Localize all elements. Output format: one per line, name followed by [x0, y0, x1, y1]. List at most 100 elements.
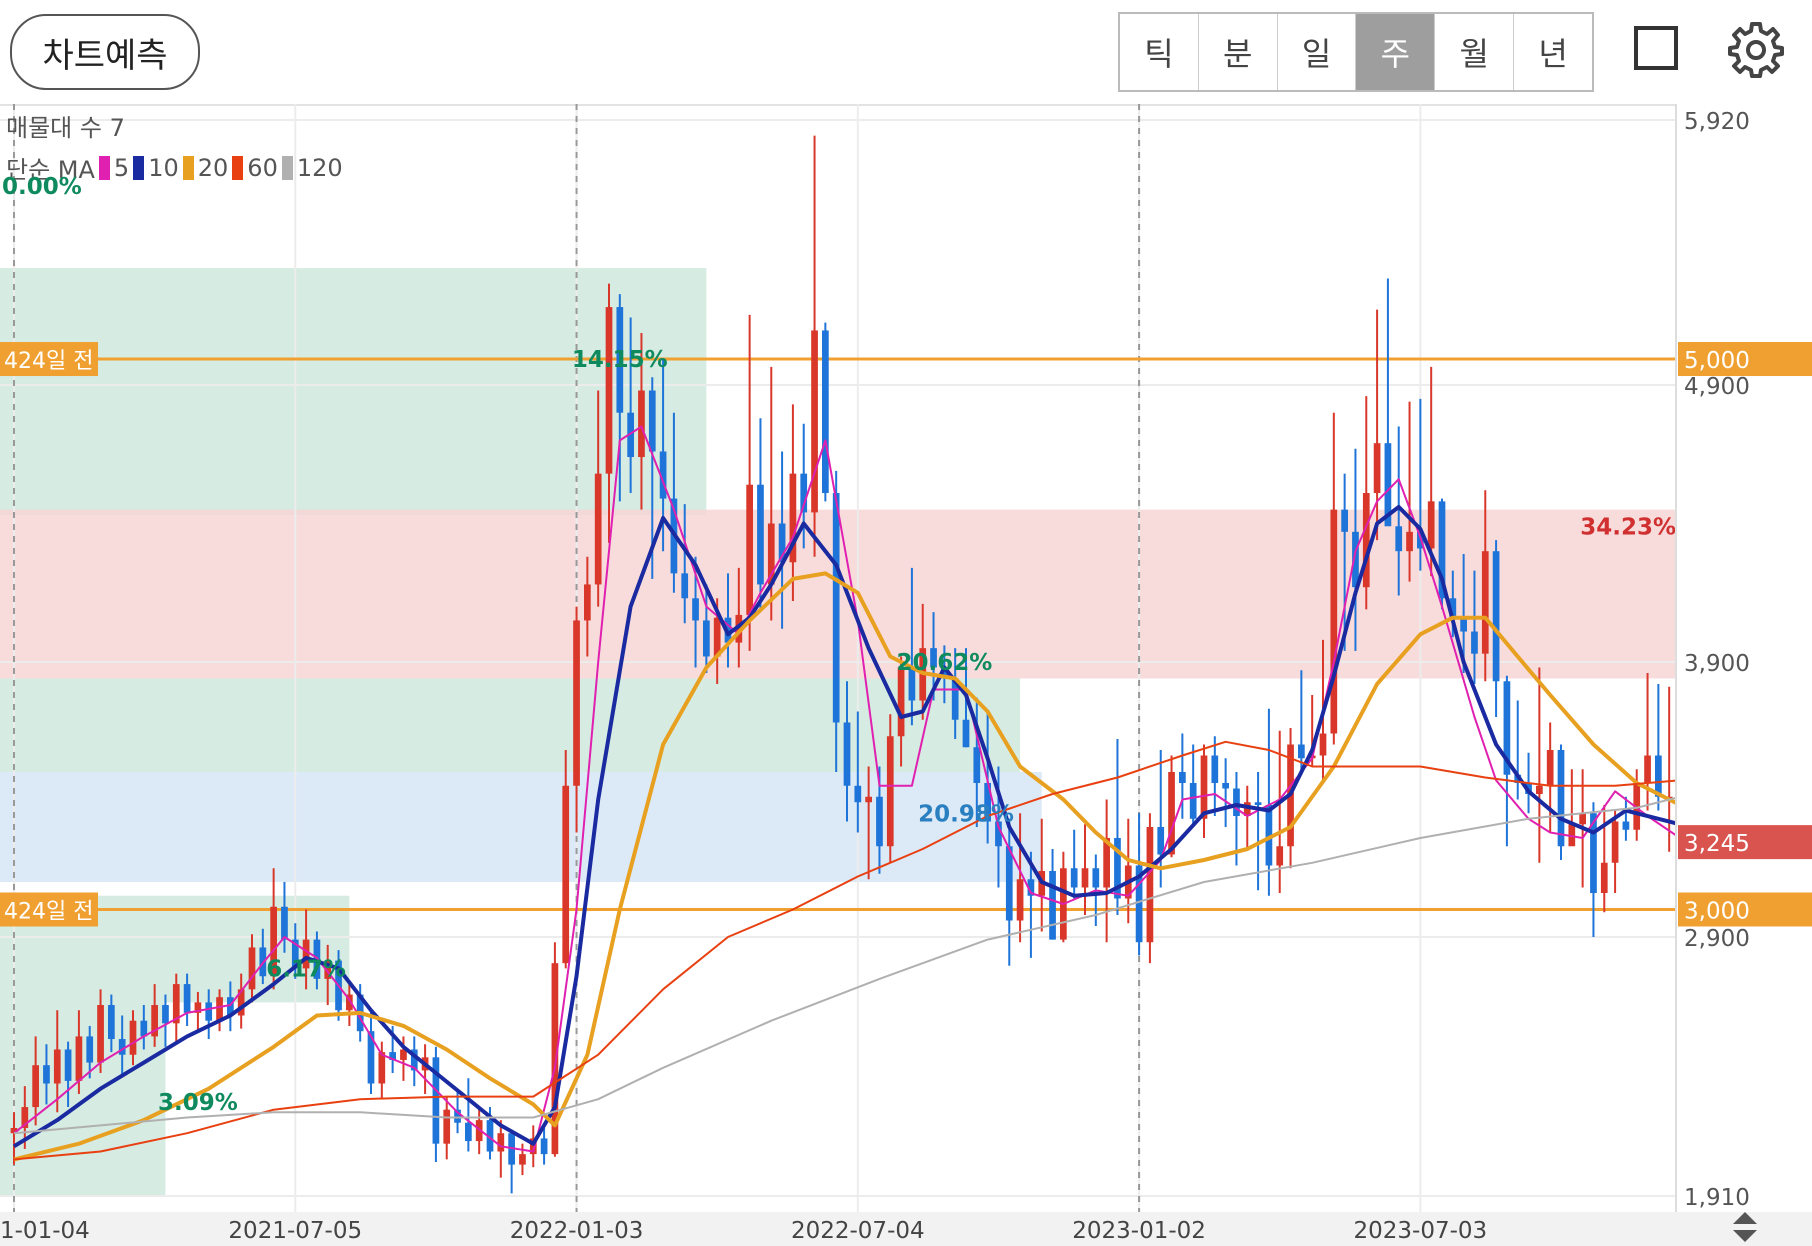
- candle-body: [562, 785, 570, 964]
- x-tick-label: 2022-07-04: [791, 1218, 925, 1244]
- candle-body: [443, 1109, 451, 1144]
- candle-body: [854, 785, 862, 803]
- tab-tick[interactable]: 틱: [1120, 14, 1199, 90]
- zone-percent-label: 20.62%: [896, 650, 992, 676]
- candle-body: [1005, 846, 1013, 921]
- zone-percent-label: 14.15%: [572, 347, 668, 373]
- candle-body: [1579, 813, 1586, 825]
- scroll-handle-icon[interactable]: [1730, 1210, 1760, 1244]
- tab-week[interactable]: 주: [1356, 14, 1436, 90]
- zone-percent-label: 3.09%: [158, 1090, 238, 1116]
- fullscreen-square-icon[interactable]: [1634, 26, 1678, 70]
- candle-body: [605, 307, 613, 474]
- x-tick-label: 2023-01-02: [1072, 1218, 1206, 1244]
- candle-body: [1211, 755, 1219, 783]
- tab-month[interactable]: 월: [1435, 14, 1515, 90]
- candle-body: [183, 984, 191, 1013]
- candle-body: [1492, 551, 1500, 682]
- candle-body: [64, 1049, 72, 1081]
- candle-body: [43, 1065, 50, 1084]
- candle-body: [129, 1020, 137, 1055]
- y-tick-label: 5,920: [1684, 109, 1750, 135]
- candle-body: [497, 1133, 505, 1152]
- top-toolbar: 차트예측 틱 분 일 주 월 년: [0, 0, 1812, 106]
- candle-body: [281, 906, 288, 940]
- candle-body: [1146, 827, 1154, 943]
- candle-body: [1016, 879, 1024, 921]
- period-tab-group: 틱 분 일 주 월 년: [1118, 12, 1594, 92]
- x-tick-label: 2022-01-03: [510, 1218, 644, 1244]
- candle-body: [32, 1065, 39, 1108]
- candle-body: [573, 620, 580, 786]
- tab-minute[interactable]: 분: [1199, 14, 1278, 90]
- ma10-swatch: [133, 155, 145, 180]
- gear-icon[interactable]: [1726, 20, 1786, 80]
- y-tick-label: 1,910: [1684, 1185, 1750, 1211]
- candle-body: [1081, 868, 1089, 888]
- candle-body: [1092, 868, 1100, 888]
- candle-body: [1611, 821, 1619, 863]
- candle-body: [53, 1049, 61, 1084]
- tab-year[interactable]: 년: [1514, 14, 1592, 90]
- price-line-label: 3,000: [1684, 899, 1750, 925]
- candle-body: [1179, 772, 1186, 783]
- candle-body: [465, 1122, 472, 1142]
- candle-body: [638, 390, 645, 458]
- candle-body: [1546, 750, 1554, 786]
- candle-body: [757, 484, 764, 585]
- candle-body: [1222, 783, 1229, 789]
- candle-body: [97, 1005, 104, 1063]
- candle-body: [1189, 783, 1197, 819]
- candle-body: [1471, 631, 1478, 654]
- candle-body: [1341, 509, 1348, 532]
- candle-body: [205, 1002, 213, 1021]
- candle-body: [843, 722, 851, 786]
- candle-body: [540, 1138, 548, 1155]
- candle-body: [1600, 862, 1608, 893]
- candle-body: [1157, 827, 1165, 855]
- candle-body: [822, 330, 829, 494]
- candle-body: [1373, 443, 1381, 494]
- candle-body: [1298, 744, 1305, 759]
- price-line-label: 5,000: [1684, 348, 1750, 374]
- candle-body: [1362, 493, 1370, 588]
- candle-body: [703, 620, 710, 657]
- zone-percent-label: 6.17%: [266, 956, 346, 982]
- y-tick-label: 3,900: [1684, 651, 1750, 677]
- chart-predict-button[interactable]: 차트예측: [10, 14, 200, 90]
- ma60-label: 60: [247, 153, 278, 182]
- candle-body: [1168, 772, 1175, 855]
- zone-percent-label: 34.23%: [1580, 514, 1676, 540]
- candle-body: [216, 997, 223, 1021]
- candle-body: [378, 1052, 386, 1084]
- candle-body: [1644, 755, 1651, 783]
- ma60-swatch: [232, 155, 244, 180]
- candle-body: [811, 330, 818, 513]
- candle-body: [75, 1036, 83, 1081]
- ma120-label: 120: [296, 153, 343, 182]
- candle-body: [1536, 785, 1543, 794]
- candle-body: [1427, 501, 1435, 549]
- candle-body: [648, 390, 656, 452]
- y-tick-label: 4,900: [1684, 374, 1750, 400]
- candle-body: [1481, 551, 1489, 654]
- ma20-swatch: [182, 155, 194, 180]
- ma5-swatch: [98, 155, 110, 180]
- volume-profile-label: 매물대 수 7: [6, 114, 125, 142]
- x-tick-label: 2023-07-03: [1354, 1218, 1488, 1244]
- candle-body: [1070, 868, 1078, 888]
- x-tick-label: 1-01-04: [0, 1218, 90, 1244]
- candle-body: [681, 573, 689, 599]
- candlestick-chart[interactable]: 14.15% 34.23% 20.62% 20.98% 6.17% 3.09% 5,920 4…: [0, 104, 1812, 1246]
- ma10-label: 10: [148, 153, 179, 182]
- ma20-label: 20: [197, 153, 229, 182]
- tab-day[interactable]: 일: [1278, 14, 1357, 90]
- candle-body: [1254, 802, 1262, 805]
- candle-body: [584, 584, 591, 621]
- candle-body: [973, 747, 981, 783]
- candle-body: [1049, 871, 1056, 940]
- candle-body: [1655, 755, 1662, 797]
- candle-body: [1319, 733, 1327, 756]
- candle-body: [519, 1154, 526, 1165]
- candle-body: [1622, 821, 1630, 830]
